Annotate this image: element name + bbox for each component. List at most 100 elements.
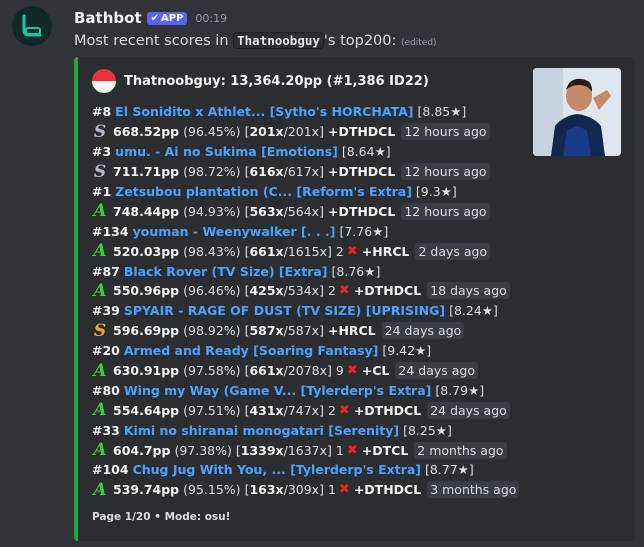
- score-timestamp[interactable]: 24 days ago: [381, 322, 465, 340]
- score-accuracy: (96.46%): [183, 283, 241, 299]
- grade-a-icon: A: [93, 440, 107, 461]
- max-combo: /747x]: [283, 402, 324, 418]
- score-accuracy: (96.45%): [183, 124, 241, 140]
- max-combo: /617x]: [283, 164, 324, 180]
- score-mods: +DTHDCL: [327, 124, 396, 140]
- score-mods: +DTHDCL: [353, 402, 422, 418]
- score-pp: 711.71pp: [113, 164, 180, 180]
- score-rank: #134: [92, 223, 129, 239]
- score-title-row: #20 Armed and Ready [Soaring Fantasy] [9.4…: [92, 341, 522, 361]
- beatmap-link[interactable]: youman - Weenywalker [. . .]: [133, 224, 336, 239]
- max-combo: /309x]: [283, 482, 324, 498]
- max-combo: /1637x]: [283, 442, 332, 458]
- miss-x-icon: ✖: [338, 283, 350, 299]
- score-mods: +CL: [361, 363, 390, 379]
- combo-value: 163x: [249, 482, 284, 498]
- star-rating: [8.77★]: [424, 462, 474, 478]
- score-timestamp[interactable]: 3 months ago: [427, 481, 520, 499]
- star-rating: [9.3★]: [415, 184, 457, 199]
- scores-embed: Thatnoobguy: 13,364.20pp (#1,386 ID22) #…: [74, 57, 635, 541]
- star-rating: [9.42★]: [382, 343, 432, 359]
- score-timestamp[interactable]: 12 hours ago: [401, 163, 490, 181]
- score-rank: #87: [92, 263, 120, 279]
- score-rank: #20: [92, 343, 120, 359]
- embed-footer: Page 1/20 • Mode: osu!: [92, 511, 231, 523]
- content-prefix: Most recent scores in: [74, 33, 234, 49]
- beatmap-link[interactable]: Armed and Ready [Soaring Fantasy]: [124, 343, 379, 358]
- score-combo: [661x/1615x]: [244, 243, 332, 259]
- miss-x-icon: ✖: [346, 243, 358, 259]
- beatmap-link[interactable]: Wing my Way (Game V... [Tylerderp's Extr…: [124, 383, 432, 398]
- beatmap-link[interactable]: umu. - Ai no Sukima [Emotions]: [115, 144, 338, 159]
- grade-a-icon: A: [93, 360, 107, 381]
- content-suffix: 's top200:: [323, 33, 397, 49]
- score-timestamp[interactable]: 2 months ago: [414, 441, 507, 459]
- score-mods: +HRCL: [361, 243, 410, 259]
- embed-author-name[interactable]: Thatnoobguy: 13,364.20pp (#1,386 ID22): [124, 74, 429, 89]
- miss-count: 1: [335, 442, 344, 458]
- score-title-row: #134 youman - Weenywalker [. . .] [7.76★]: [92, 221, 522, 241]
- score-pp: 748.44pp: [113, 203, 180, 219]
- score-rank: #39: [92, 303, 120, 319]
- score-pp: 604.7pp: [113, 442, 171, 458]
- score-timestamp[interactable]: 12 hours ago: [401, 123, 490, 141]
- grade-a-icon: A: [93, 201, 107, 222]
- score-stats-row: A 604.7pp (97.38%) [1339x/1637x] 1 ✖ +DTCL 2 mo…: [92, 440, 522, 460]
- score-title-row: #1 Zetsubou plantation (C... [Reform's Ex…: [92, 182, 522, 202]
- grade-s-icon: S: [93, 320, 107, 341]
- beatmap-link[interactable]: Zetsubou plantation (C... [Reform's Extr…: [115, 184, 412, 199]
- score-timestamp[interactable]: 24 days ago: [395, 362, 479, 380]
- score-title-row: #80 Wing my Way (Game V... [Tylerderp's E…: [92, 380, 522, 400]
- max-combo: /201x]: [283, 124, 324, 140]
- player-thumbnail[interactable]: [533, 68, 621, 156]
- score-combo: [163x/309x]: [244, 482, 324, 498]
- score-timestamp[interactable]: 18 days ago: [427, 282, 510, 300]
- miss-count: 1: [327, 482, 336, 498]
- message-header: Bathbot ✔ APP 00:19: [74, 8, 227, 28]
- beatmap-link[interactable]: Chug Jug With You, ... [Tylerderp's Extr…: [133, 462, 421, 477]
- beatmap-link[interactable]: SPYAIR - RAGE OF DUST (TV SIZE) [UPRISIN…: [124, 303, 445, 318]
- star-rating: [8.24★]: [449, 303, 498, 319]
- star-rating: [8.64★]: [341, 144, 391, 160]
- miss-count: 9: [335, 363, 344, 379]
- message-timestamp[interactable]: 00:19: [195, 12, 227, 25]
- score-rank: #8: [92, 104, 112, 120]
- beatmap-link[interactable]: El Sonidito x Athlet... [Sytho's HORCHAT…: [115, 104, 413, 119]
- bot-avatar[interactable]: [12, 6, 52, 46]
- miss-count: 2: [327, 283, 336, 299]
- max-combo: /587x]: [283, 323, 324, 339]
- miss-x-icon: ✖: [346, 442, 358, 458]
- score-timestamp[interactable]: 12 hours ago: [401, 202, 490, 220]
- score-rank: #80: [92, 382, 120, 398]
- beatmap-link[interactable]: Black Rover (TV Size) [Extra]: [124, 264, 328, 279]
- bot-username[interactable]: Bathbot: [74, 9, 142, 27]
- score-accuracy: (98.92%): [183, 323, 241, 339]
- combo-value: 661x: [249, 363, 284, 379]
- combo-value: 201x: [249, 124, 284, 140]
- combo-value: 616x: [249, 164, 284, 180]
- grade-a-icon: A: [93, 241, 107, 262]
- star-rating: [7.76★]: [339, 223, 389, 239]
- score-stats-row: A 520.03pp (98.43%) [661x/1615x] 2 ✖ +HRCL 2 da…: [92, 241, 522, 261]
- max-combo: /534x]: [283, 283, 324, 299]
- app-badge: ✔ APP: [146, 11, 188, 25]
- score-stats-row: S 668.52pp (96.45%) [201x/201x] +DTHDCL 12 ho…: [92, 122, 522, 142]
- combo-value: 431x: [249, 402, 284, 418]
- embed-author: Thatnoobguy: 13,364.20pp (#1,386 ID22): [92, 69, 429, 93]
- score-stats-row: S 711.71pp (98.72%) [616x/617x] +DTHDCL 12 ho…: [92, 162, 522, 182]
- combo-value: 661x: [249, 243, 284, 259]
- score-timestamp[interactable]: 2 days ago: [415, 242, 491, 260]
- score-timestamp[interactable]: 24 days ago: [427, 401, 510, 419]
- score-combo: [425x/534x]: [244, 283, 324, 299]
- app-badge-label: APP: [161, 12, 184, 24]
- score-combo: [431x/747x]: [244, 402, 324, 418]
- score-title-row: #104 Chug Jug With You, ... [Tylerderp's …: [92, 460, 522, 480]
- score-mods: +HRCL: [327, 323, 376, 339]
- max-combo: /2078x]: [283, 363, 332, 379]
- score-accuracy: (97.51%): [183, 402, 241, 418]
- beatmap-link[interactable]: Kimi no shiranai monogatari [Serenity]: [124, 423, 399, 438]
- score-accuracy: (97.38%): [174, 442, 232, 458]
- score-combo: [616x/617x]: [244, 164, 324, 180]
- score-stats-row: S 596.69pp (98.92%) [587x/587x] +HRCL 24 days…: [92, 321, 522, 341]
- score-title-row: #33 Kimi no shiranai monogatari [Serenity…: [92, 420, 522, 440]
